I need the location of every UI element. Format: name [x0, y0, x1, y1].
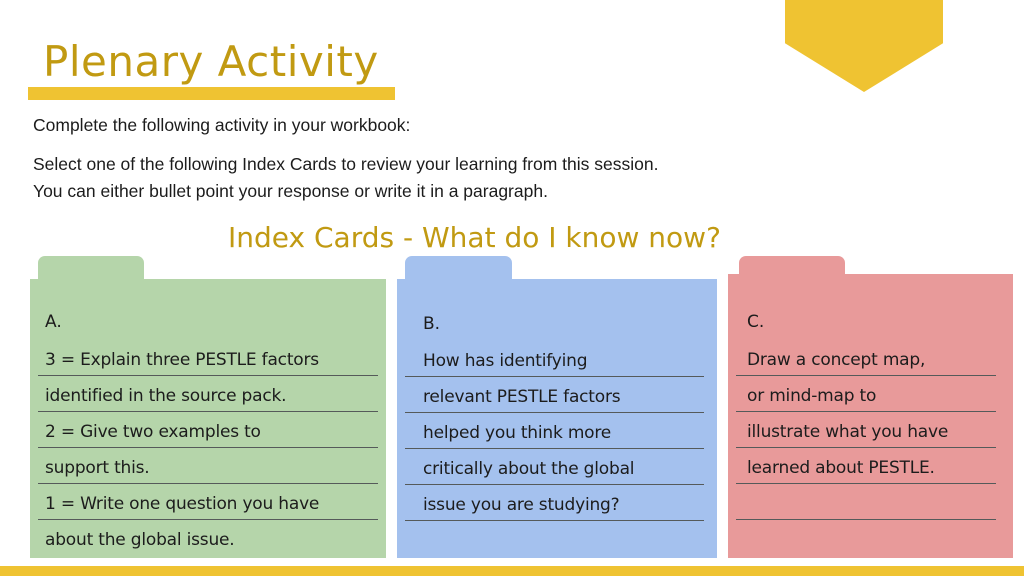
index-card-a: A. 3 = Explain three PESTLE factors iden… [30, 256, 386, 558]
card-line: learned about PESTLE. [747, 458, 935, 478]
card-line [747, 483, 1003, 519]
card-line: about the global issue. [45, 530, 235, 550]
card-line: relevant PESTLE factors [423, 387, 621, 407]
card-line: support this. [45, 458, 150, 478]
card-letter: C. [747, 312, 765, 332]
decorative-pentagon-banner [785, 0, 943, 92]
card-line: 3 = Explain three PESTLE factors [45, 350, 319, 370]
card-line: issue you are studying? [423, 495, 620, 515]
instruction-response-format: You can either bullet point your respons… [33, 181, 548, 201]
card-letter: B. [423, 314, 441, 334]
card-line: 2 = Give two examples to [45, 422, 261, 442]
card-body: B. How has identifying relevant PESTLE f… [397, 279, 717, 558]
card-line: identified in the source pack. [45, 386, 287, 406]
index-card-c: C. Draw a concept map, or mind-map to il… [728, 256, 1013, 558]
title-underline [28, 87, 395, 100]
index-card-b: B. How has identifying relevant PESTLE f… [397, 256, 717, 558]
instruction-workbook: Complete the following activity in your … [33, 115, 411, 135]
card-line: illustrate what you have [747, 422, 949, 442]
card-body: C. Draw a concept map, or mind-map to il… [728, 274, 1013, 558]
card-rule [736, 519, 996, 520]
card-line: helped you think more [423, 423, 612, 443]
card-line: 1 = Write one question you have [45, 494, 320, 514]
card-line: How has identifying [423, 351, 588, 371]
section-subtitle: Index Cards - What do I know now? [228, 221, 721, 254]
page-title: Plenary Activity [43, 37, 379, 86]
card-line: Draw a concept map, [747, 350, 926, 370]
card-letter: A. [45, 312, 62, 332]
card-body: A. 3 = Explain three PESTLE factors iden… [30, 279, 386, 558]
card-line: critically about the global [423, 459, 635, 479]
card-line: or mind-map to [747, 386, 877, 406]
instruction-select-card: Select one of the following Index Cards … [33, 154, 659, 174]
footer-accent-bar [0, 566, 1024, 576]
card-rule [405, 520, 704, 521]
